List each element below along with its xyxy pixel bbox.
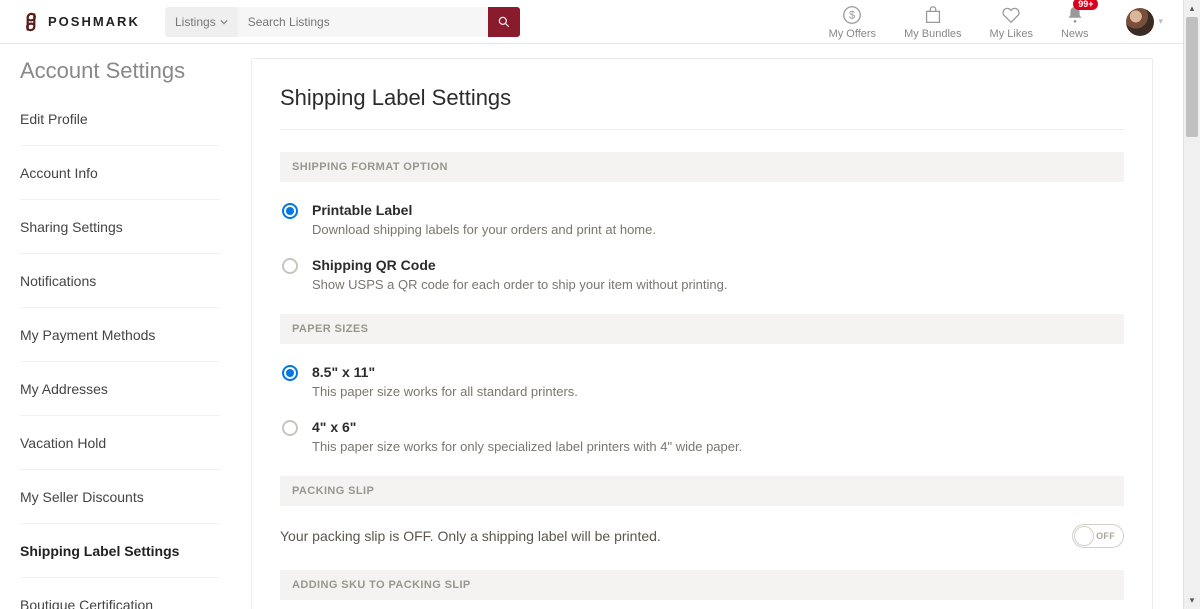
brand-name: POSHMARK [48,14,140,29]
search-button[interactable] [488,7,520,37]
nav-my-bundles[interactable]: My Bundles [904,4,961,40]
settings-sidebar: Account Settings Edit Profile Account In… [0,44,235,609]
scroll-track[interactable] [1184,17,1200,592]
bag-icon [922,4,944,26]
avatar [1126,8,1154,36]
radio-selected-icon[interactable] [282,365,298,381]
sidebar-item-seller-discounts[interactable]: My Seller Discounts [20,470,220,524]
app-header: POSHMARK Listings $ My Offers My Bundles [0,0,1183,44]
settings-card: Shipping Label Settings SHIPPING FORMAT … [251,58,1153,609]
option-title: 8.5" x 11" [312,364,1124,380]
packing-slip-text: Your packing slip is OFF. Only a shippin… [280,528,661,544]
nav-label: My Likes [990,28,1033,40]
svg-text:$: $ [849,9,855,21]
toggle-label: OFF [1096,531,1115,541]
nav-label: News [1061,28,1089,40]
sidebar-item-shipping-label-settings[interactable]: Shipping Label Settings [20,524,220,578]
sidebar-item-account-info[interactable]: Account Info [20,146,220,200]
section-header-format: SHIPPING FORMAT OPTION [280,152,1124,182]
sidebar-item-payment-methods[interactable]: My Payment Methods [20,308,220,362]
option-desc: Show USPS a QR code for each order to sh… [312,277,1124,292]
scroll-down-arrow-icon[interactable]: ▾ [1184,592,1200,609]
option-desc: This paper size works for only specializ… [312,439,1124,454]
chevron-down-icon [220,18,228,26]
heart-icon [1000,4,1022,26]
option-qr-code[interactable]: Shipping QR Code Show USPS a QR code for… [280,237,1124,292]
radio-unselected-icon[interactable] [282,420,298,436]
option-title: Shipping QR Code [312,257,1124,273]
sidebar-item-boutique-certification[interactable]: Boutique Certification [20,578,220,609]
section-header-paper: PAPER SIZES [280,314,1124,344]
search-group: Listings [165,7,520,37]
scroll-thumb[interactable] [1186,17,1198,137]
sidebar-item-notifications[interactable]: Notifications [20,254,220,308]
sidebar-item-sharing-settings[interactable]: Sharing Settings [20,200,220,254]
dropdown-label: Listings [175,15,216,29]
scroll-up-arrow-icon[interactable]: ▴ [1184,0,1200,17]
vertical-scrollbar[interactable]: ▴ ▾ [1183,0,1200,609]
option-desc: Download shipping labels for your orders… [312,222,1124,237]
option-desc: This paper size works for all standard p… [312,384,1124,399]
toggle-knob-icon [1074,526,1094,546]
packing-slip-toggle[interactable]: OFF [1072,524,1124,548]
option-paper-4x6[interactable]: 4" x 6" This paper size works for only s… [280,399,1124,454]
option-printable-label[interactable]: Printable Label Download shipping labels… [280,182,1124,237]
nav-label: My Bundles [904,28,961,40]
packing-slip-row: Your packing slip is OFF. Only a shippin… [280,506,1124,564]
nav-my-likes[interactable]: My Likes [990,4,1033,40]
search-icon [497,15,511,29]
dollar-circle-icon: $ [841,4,863,26]
poshmark-logo-icon [20,11,42,33]
sidebar-item-vacation-hold[interactable]: Vacation Hold [20,416,220,470]
user-menu[interactable]: ▾ [1126,8,1163,36]
section-header-packing-slip: PACKING SLIP [280,476,1124,506]
chevron-down-icon: ▾ [1158,16,1163,27]
nav-label: My Offers [829,28,876,40]
nav-my-offers[interactable]: $ My Offers [829,4,876,40]
brand-logo[interactable]: POSHMARK [20,11,165,33]
main-content: Shipping Label Settings SHIPPING FORMAT … [235,44,1183,609]
option-title: Printable Label [312,202,1124,218]
radio-selected-icon[interactable] [282,203,298,219]
search-category-dropdown[interactable]: Listings [165,7,238,37]
nav-news[interactable]: 99+ News [1061,4,1089,40]
option-paper-letter[interactable]: 8.5" x 11" This paper size works for all… [280,344,1124,399]
radio-unselected-icon[interactable] [282,258,298,274]
section-header-sku: ADDING SKU TO PACKING SLIP [280,570,1124,600]
sidebar-item-addresses[interactable]: My Addresses [20,362,220,416]
page-title: Shipping Label Settings [280,85,1124,130]
option-title: 4" x 6" [312,419,1124,435]
news-badge: 99+ [1073,0,1098,10]
search-input[interactable] [238,7,488,37]
sidebar-title: Account Settings [20,58,235,84]
header-nav: $ My Offers My Bundles My Likes 99+ News… [829,4,1163,40]
sidebar-item-edit-profile[interactable]: Edit Profile [20,92,220,146]
